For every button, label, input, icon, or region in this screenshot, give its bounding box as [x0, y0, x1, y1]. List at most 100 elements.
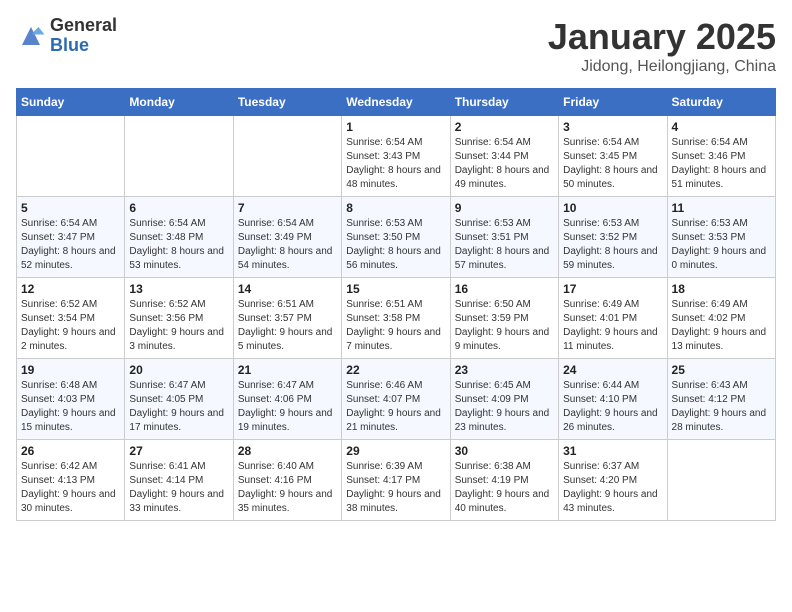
weekday-header-wednesday: Wednesday [342, 89, 450, 116]
day-cell: 25Sunrise: 6:43 AM Sunset: 4:12 PM Dayli… [667, 359, 775, 440]
week-row-0: 1 Sunrise: 6:54 AM Sunset: 3:43 PM Daylig… [17, 116, 776, 197]
day-info: Sunrise: 6:49 AM Sunset: 4:01 PM Dayligh… [563, 298, 662, 354]
day-number: 20 [129, 363, 228, 377]
day-cell: 29 Sunrise: 6:39 AM Sunset: 4:17 PM Dayli… [342, 440, 450, 521]
day-number: 9 [455, 201, 554, 215]
logo: General Blue [16, 16, 117, 56]
day-number: 18 [672, 282, 771, 296]
week-row-1: 5 Sunrise: 6:54 AM Sunset: 3:47 PM Daylig… [17, 197, 776, 278]
week-row-4: 26 Sunrise: 6:42 AM Sunset: 4:13 PM Dayli… [17, 440, 776, 521]
day-number: 8 [346, 201, 445, 215]
day-cell: 30Sunrise: 6:38 AM Sunset: 4:19 PM Dayli… [450, 440, 558, 521]
logo-blue-text: Blue [50, 36, 117, 56]
weekday-header-monday: Monday [125, 89, 233, 116]
day-info: Sunrise: 6:53 AM Sunset: 3:51 PM Dayligh… [455, 217, 554, 273]
logo-text: General Blue [50, 16, 117, 56]
day-info: Sunrise: 6:53 AM Sunset: 3:52 PM Dayligh… [563, 217, 662, 273]
day-cell: 1 Sunrise: 6:54 AM Sunset: 3:43 PM Daylig… [342, 116, 450, 197]
day-info: Sunrise: 6:54 AM Sunset: 3:48 PM Dayligh… [129, 217, 228, 273]
day-cell: 12 Sunrise: 6:52 AM Sunset: 3:54 PM Dayli… [17, 278, 125, 359]
day-number: 2 [455, 120, 554, 134]
day-cell [17, 116, 125, 197]
day-cell: 27 Sunrise: 6:41 AM Sunset: 4:14 PM Dayli… [125, 440, 233, 521]
calendar-table: SundayMondayTuesdayWednesdayThursdayFrid… [16, 88, 776, 521]
day-number: 17 [563, 282, 662, 296]
day-number: 25 [672, 363, 771, 377]
day-number: 27 [129, 444, 228, 458]
day-info: Sunrise: 6:48 AM Sunset: 4:03 PM Dayligh… [21, 379, 120, 435]
weekday-header-friday: Friday [559, 89, 667, 116]
day-number: 29 [346, 444, 445, 458]
day-cell: 26 Sunrise: 6:42 AM Sunset: 4:13 PM Dayli… [17, 440, 125, 521]
day-cell: 23 Sunrise: 6:45 AM Sunset: 4:09 PM Dayli… [450, 359, 558, 440]
day-cell: 9 Sunrise: 6:53 AM Sunset: 3:51 PM Daylig… [450, 197, 558, 278]
day-info: Sunrise: 6:44 AM Sunset: 4:10 PM Dayligh… [563, 379, 662, 435]
day-info: Sunrise: 6:52 AM Sunset: 3:54 PM Dayligh… [21, 298, 120, 354]
day-cell: 28 Sunrise: 6:40 AM Sunset: 4:16 PM Dayli… [233, 440, 341, 521]
day-number: 16 [455, 282, 554, 296]
day-number: 14 [238, 282, 337, 296]
day-cell: 21Sunrise: 6:47 AM Sunset: 4:06 PM Dayli… [233, 359, 341, 440]
week-row-2: 12 Sunrise: 6:52 AM Sunset: 3:54 PM Dayli… [17, 278, 776, 359]
day-cell [667, 440, 775, 521]
day-info: Sunrise: 6:54 AM Sunset: 3:45 PM Dayligh… [563, 136, 662, 192]
day-cell: 20 Sunrise: 6:47 AM Sunset: 4:05 PM Dayli… [125, 359, 233, 440]
day-info: Sunrise: 6:49 AM Sunset: 4:02 PM Dayligh… [672, 298, 771, 354]
day-info: Sunrise: 6:51 AM Sunset: 3:57 PM Dayligh… [238, 298, 337, 354]
day-info: Sunrise: 6:54 AM Sunset: 3:43 PM Dayligh… [346, 136, 445, 192]
day-info: Sunrise: 6:47 AM Sunset: 4:05 PM Dayligh… [129, 379, 228, 435]
day-number: 24 [563, 363, 662, 377]
day-number: 1 [346, 120, 445, 134]
day-cell: 6Sunrise: 6:54 AM Sunset: 3:48 PM Daylig… [125, 197, 233, 278]
day-cell: 14 Sunrise: 6:51 AM Sunset: 3:57 PM Dayli… [233, 278, 341, 359]
day-cell: 8 Sunrise: 6:53 AM Sunset: 3:50 PM Daylig… [342, 197, 450, 278]
day-info: Sunrise: 6:54 AM Sunset: 3:47 PM Dayligh… [21, 217, 120, 273]
day-number: 5 [21, 201, 120, 215]
day-cell: 15 Sunrise: 6:51 AM Sunset: 3:58 PM Dayli… [342, 278, 450, 359]
weekday-header-sunday: Sunday [17, 89, 125, 116]
day-number: 22 [346, 363, 445, 377]
day-number: 3 [563, 120, 662, 134]
day-info: Sunrise: 6:41 AM Sunset: 4:14 PM Dayligh… [129, 460, 228, 516]
day-info: Sunrise: 6:39 AM Sunset: 4:17 PM Dayligh… [346, 460, 445, 516]
day-number: 13 [129, 282, 228, 296]
day-cell: 11Sunrise: 6:53 AM Sunset: 3:53 PM Dayli… [667, 197, 775, 278]
day-number: 31 [563, 444, 662, 458]
day-number: 26 [21, 444, 120, 458]
day-info: Sunrise: 6:46 AM Sunset: 4:07 PM Dayligh… [346, 379, 445, 435]
day-cell: 18 Sunrise: 6:49 AM Sunset: 4:02 PM Dayli… [667, 278, 775, 359]
day-info: Sunrise: 6:37 AM Sunset: 4:20 PM Dayligh… [563, 460, 662, 516]
day-cell: 22 Sunrise: 6:46 AM Sunset: 4:07 PM Dayli… [342, 359, 450, 440]
day-cell: 3 Sunrise: 6:54 AM Sunset: 3:45 PM Daylig… [559, 116, 667, 197]
day-info: Sunrise: 6:53 AM Sunset: 3:53 PM Dayligh… [672, 217, 771, 273]
day-info: Sunrise: 6:42 AM Sunset: 4:13 PM Dayligh… [21, 460, 120, 516]
day-info: Sunrise: 6:45 AM Sunset: 4:09 PM Dayligh… [455, 379, 554, 435]
day-info: Sunrise: 6:40 AM Sunset: 4:16 PM Dayligh… [238, 460, 337, 516]
day-info: Sunrise: 6:53 AM Sunset: 3:50 PM Dayligh… [346, 217, 445, 273]
day-number: 15 [346, 282, 445, 296]
day-number: 12 [21, 282, 120, 296]
day-number: 30 [455, 444, 554, 458]
day-number: 28 [238, 444, 337, 458]
day-cell: 13 Sunrise: 6:52 AM Sunset: 3:56 PM Dayli… [125, 278, 233, 359]
day-number: 23 [455, 363, 554, 377]
day-info: Sunrise: 6:50 AM Sunset: 3:59 PM Dayligh… [455, 298, 554, 354]
day-number: 19 [21, 363, 120, 377]
day-cell: 19 Sunrise: 6:48 AM Sunset: 4:03 PM Dayli… [17, 359, 125, 440]
day-info: Sunrise: 6:51 AM Sunset: 3:58 PM Dayligh… [346, 298, 445, 354]
day-cell [125, 116, 233, 197]
day-info: Sunrise: 6:54 AM Sunset: 3:49 PM Dayligh… [238, 217, 337, 273]
weekday-header-thursday: Thursday [450, 89, 558, 116]
day-number: 7 [238, 201, 337, 215]
day-cell: 5 Sunrise: 6:54 AM Sunset: 3:47 PM Daylig… [17, 197, 125, 278]
day-number: 21 [238, 363, 337, 377]
page-header: General Blue January 2025 Jidong, Heilon… [16, 16, 776, 76]
logo-general-text: General [50, 16, 117, 36]
day-cell: 16 Sunrise: 6:50 AM Sunset: 3:59 PM Dayli… [450, 278, 558, 359]
day-cell: 7 Sunrise: 6:54 AM Sunset: 3:49 PM Daylig… [233, 197, 341, 278]
day-cell: 31 Sunrise: 6:37 AM Sunset: 4:20 PM Dayli… [559, 440, 667, 521]
month-title: January 2025 [548, 16, 776, 58]
day-info: Sunrise: 6:52 AM Sunset: 3:56 PM Dayligh… [129, 298, 228, 354]
day-number: 4 [672, 120, 771, 134]
title-section: January 2025 Jidong, Heilongjiang, China [548, 16, 776, 76]
